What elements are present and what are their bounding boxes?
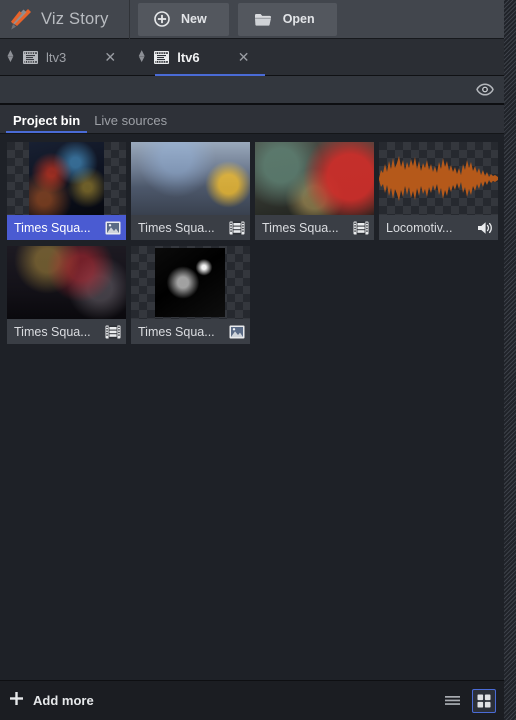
folder-icon [254, 12, 272, 27]
reorder-grip-icon[interactable]: ▲ ▼ [6, 49, 16, 65]
tab-live-sources-label: Live sources [94, 113, 168, 128]
video-icon [353, 221, 369, 235]
grid-view-icon[interactable] [472, 688, 496, 713]
tab-ltv6[interactable]: ▲ ▼ ltv6 ✕ [131, 39, 265, 76]
bin-item-thumbnail [255, 142, 374, 215]
bin-item-label-bar: Times Squa... [255, 215, 374, 240]
bin-item-label: Times Squa... [262, 220, 339, 235]
waveform-art [379, 156, 498, 201]
bin-item-label: Locomotiv... [386, 220, 453, 235]
bin-item[interactable]: Times Squa... [131, 142, 250, 240]
bin-item-thumbnail [131, 246, 250, 319]
audio-icon [477, 221, 493, 235]
bin-item-label: Times Squa... [138, 220, 215, 235]
thumbnail-art [131, 142, 250, 215]
bin-item-label-bar: Times Squa... [131, 319, 250, 344]
thumbnail-art [29, 142, 104, 215]
thumbnail-art [7, 246, 126, 319]
add-more-button[interactable]: Add more [9, 691, 94, 711]
title-bar: Viz Story New Open [0, 0, 504, 39]
panel-tab-bar: Project bin Live sources [0, 105, 504, 134]
bin-item[interactable]: Locomotiv... [379, 142, 498, 240]
bin-item-label: Times Squa... [14, 220, 91, 235]
list-view-icon[interactable] [440, 689, 464, 713]
tab-project-bin[interactable]: Project bin [6, 113, 88, 133]
main-column: Viz Story New Open ▲ ▼ ltv3 ✕ ▲ ▼ ltv6 ✕… [0, 0, 504, 720]
add-more-label: Add more [33, 693, 94, 708]
sub-toolbar [0, 76, 504, 105]
bin-item-thumbnail [379, 142, 498, 215]
close-icon[interactable]: ✕ [99, 49, 121, 66]
bin-item-thumbnail [7, 142, 126, 215]
bin-item-label-bar: Times Squa... [7, 215, 126, 240]
open-button-label: Open [282, 12, 315, 26]
bin-item-label-bar: Times Squa... [131, 215, 250, 240]
bin-item-label: Times Squa... [14, 324, 91, 339]
eye-icon[interactable] [476, 83, 494, 96]
storyboard-icon [153, 49, 170, 66]
bin-item[interactable]: Times Squa... [255, 142, 374, 240]
brand: Viz Story [0, 0, 130, 39]
bin-grid: Times Squa... Times Squa... Times Squa..… [7, 142, 504, 344]
close-icon[interactable]: ✕ [233, 49, 255, 66]
bin-footer: Add more [0, 680, 504, 720]
image-icon [229, 325, 245, 339]
thumbnail-art [155, 248, 225, 317]
bin-item-label-bar: Times Squa... [7, 319, 126, 344]
app-title: Viz Story [41, 9, 109, 28]
video-icon [105, 325, 121, 339]
bin-item[interactable]: Times Squa... [7, 142, 126, 240]
tab-ltv3[interactable]: ▲ ▼ ltv3 ✕ [0, 39, 131, 75]
bin-item[interactable]: Times Squa... [7, 246, 126, 344]
bin-item-thumbnail [131, 142, 250, 215]
open-button[interactable]: Open [237, 2, 337, 36]
new-button[interactable]: New [138, 2, 229, 36]
project-bin-panel[interactable]: Times Squa... Times Squa... Times Squa..… [0, 134, 504, 680]
reorder-grip-icon[interactable]: ▲ ▼ [137, 49, 147, 65]
tab-project-bin-label: Project bin [13, 113, 81, 128]
tab-live-sources[interactable]: Live sources [87, 114, 174, 133]
active-tab-indicator [155, 74, 265, 76]
bin-item-label: Times Squa... [138, 324, 215, 339]
thumbnail-art [255, 142, 374, 215]
plus-circle-icon [154, 11, 170, 27]
tab-label: ltv6 [177, 49, 200, 65]
video-icon [229, 221, 245, 235]
storyboard-icon [22, 49, 39, 66]
app-window: Viz Story New Open ▲ ▼ ltv3 ✕ ▲ ▼ ltv6 ✕… [0, 0, 516, 720]
tab-bar: ▲ ▼ ltv3 ✕ ▲ ▼ ltv6 ✕ [0, 39, 504, 76]
new-button-label: New [181, 12, 207, 26]
viz-logo-icon [10, 7, 32, 31]
tab-label: ltv3 [46, 49, 67, 65]
bin-item-label-bar: Locomotiv... [379, 215, 498, 240]
image-icon [105, 221, 121, 235]
bin-item-thumbnail [7, 246, 126, 319]
plus-icon [9, 691, 24, 711]
panel-resize-handle[interactable] [504, 0, 516, 720]
bin-item[interactable]: Times Squa... [131, 246, 250, 344]
